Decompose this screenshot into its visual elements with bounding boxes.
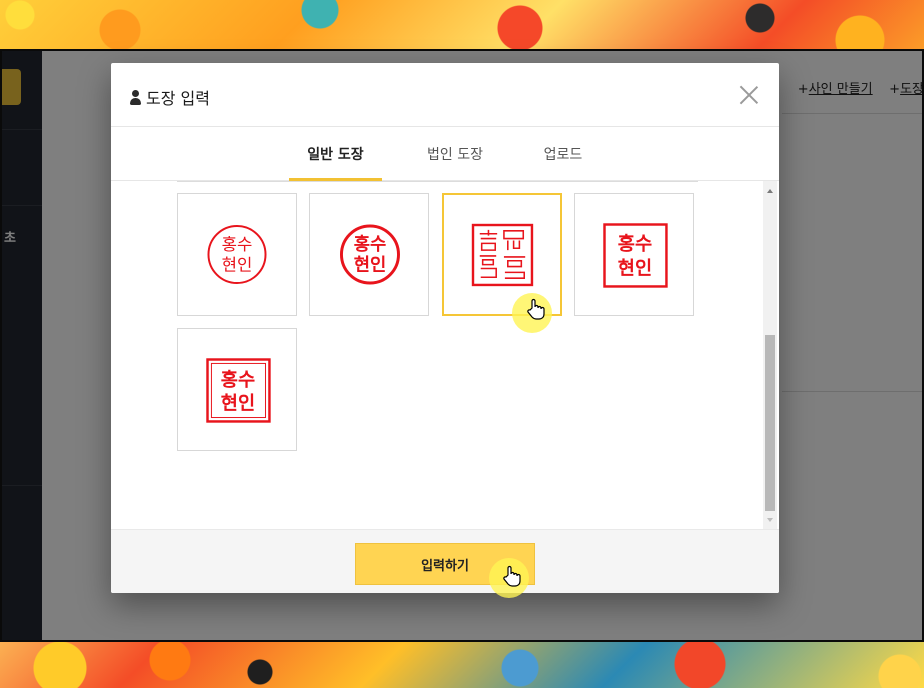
tab-upload[interactable]: 업로드 (524, 127, 602, 180)
stamp-text-line1: 홍수 (354, 233, 387, 255)
stamp-option[interactable]: 홍수 현인 (177, 328, 297, 451)
stamp-square-double: 홍수 현인 (206, 358, 271, 423)
stamp-tabs: 일반 도장 법인 도장 업로드 (111, 127, 779, 181)
stamp-text-line2: 현인 (618, 259, 652, 280)
stamp-round-bold: 홍수 현인 (339, 224, 400, 285)
modal-footer: 입력하기 (111, 529, 779, 593)
hand-pointer-icon (527, 298, 545, 320)
stamp-round-thin: 홍수 현인 (207, 225, 267, 284)
tab-corporate-stamp[interactable]: 법인 도장 (409, 127, 501, 180)
modal-header: 도장 입력 (111, 63, 779, 127)
scroll-down-icon[interactable] (767, 518, 773, 522)
grid-scrollbar[interactable] (763, 181, 777, 529)
stamp-option[interactable]: 홍수 현인 (177, 193, 297, 316)
scroll-thumb[interactable] (765, 335, 775, 511)
stamp-square: 홍수 현인 (603, 223, 668, 288)
stamp-text-line1: 홍수 (222, 234, 253, 254)
stamp-option[interactable]: 홍수 현인 (309, 193, 429, 316)
stamp-text-line2: 현인 (221, 394, 255, 415)
close-icon[interactable] (738, 84, 760, 106)
stamp-text-line2: 현인 (354, 255, 387, 276)
stamp-option[interactable]: 홍수 현인 (574, 193, 694, 316)
stamp-input-modal: 도장 입력 일반 도장 법인 도장 업로드 홍수 현인 홍수 현인 홍수 현인 … (111, 63, 779, 593)
modal-title-text: 도장 입력 (146, 89, 210, 108)
stamp-text-line1: 홍수 (618, 233, 652, 255)
hand-pointer-icon (503, 565, 521, 587)
stamp-text-line1: 홍수 (221, 369, 255, 391)
tab-general-stamp[interactable]: 일반 도장 (289, 127, 382, 181)
grid-row-edge (177, 181, 698, 183)
modal-title: 도장 입력 (129, 85, 210, 109)
person-icon (129, 89, 142, 105)
stamp-text-line2: 현인 (222, 255, 253, 275)
scroll-up-icon[interactable] (767, 189, 773, 193)
stamp-grid: 홍수 현인 홍수 현인 홍수 현인 홍수 현인 (111, 181, 779, 529)
